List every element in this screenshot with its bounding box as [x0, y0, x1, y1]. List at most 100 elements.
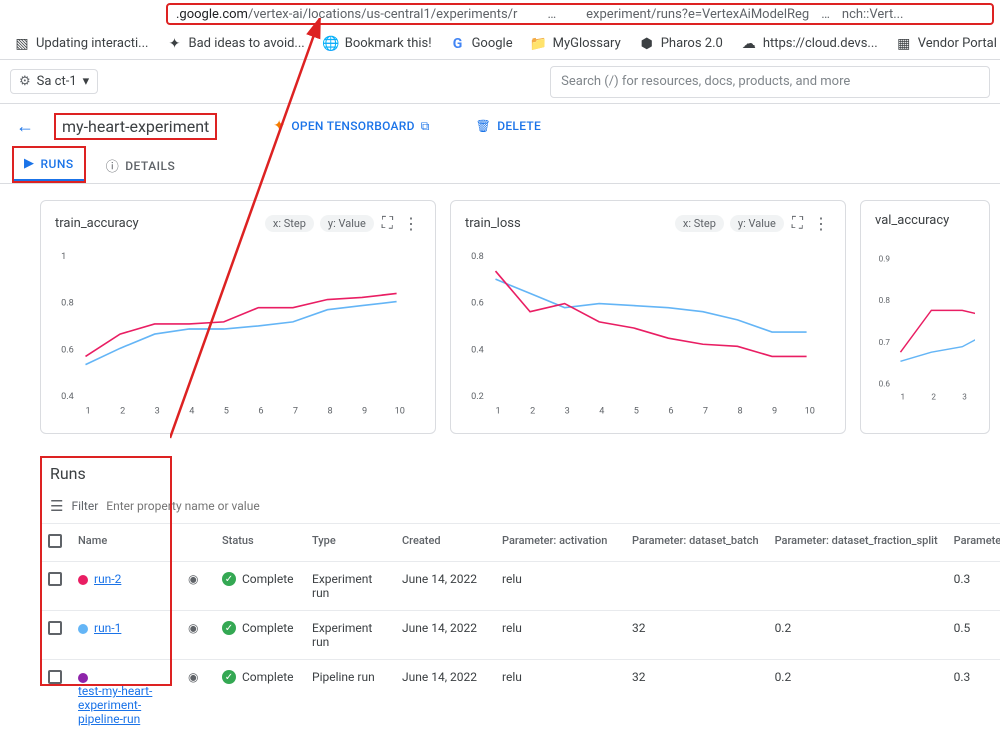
check-icon: ✓	[222, 572, 236, 586]
cell-created: June 14, 2022	[394, 611, 494, 660]
delete-button[interactable]: 🗑 DELETE	[476, 119, 541, 133]
fullscreen-icon[interactable]: ⛶	[380, 213, 395, 233]
select-all-checkbox[interactable]	[48, 534, 62, 548]
bookmark-item[interactable]: ▧Updating interacti...	[14, 36, 148, 52]
check-icon: ✓	[222, 670, 236, 684]
url-bar[interactable]: .google.com /vertex-ai/locations/us-cent…	[166, 3, 994, 25]
svg-text:0.8: 0.8	[471, 252, 484, 262]
bookmarks-bar: ▧Updating interacti... ✦Bad ideas to avo…	[0, 28, 1000, 60]
svg-text:6: 6	[258, 406, 263, 416]
cell-dropout: 0.3	[946, 562, 1000, 611]
row-checkbox[interactable]	[48, 670, 62, 684]
console-header: ⚙ Sa ct-1 ▾ Search (/) for resources, do…	[0, 60, 1000, 104]
run-name-link[interactable]: run-1	[94, 621, 121, 635]
status-badge: ✓Complete	[222, 621, 296, 635]
svg-text:9: 9	[772, 406, 777, 416]
filter-icon[interactable]: ☰	[50, 497, 63, 515]
more-icon[interactable]: ⋮	[401, 214, 421, 233]
svg-text:0.9: 0.9	[879, 253, 891, 263]
runs-heading: Runs	[40, 458, 1000, 493]
col-activation[interactable]: Parameter: activation	[494, 524, 624, 562]
experiment-name: my-heart-experiment	[54, 113, 217, 140]
search-input[interactable]: Search (/) for resources, docs, products…	[550, 66, 990, 98]
svg-text:0.8: 0.8	[879, 295, 891, 305]
row-checkbox[interactable]	[48, 572, 62, 586]
svg-text:0.6: 0.6	[879, 379, 891, 389]
svg-text:7: 7	[703, 406, 708, 416]
cell-batch: 32	[624, 611, 767, 660]
cell-created: June 14, 2022	[394, 562, 494, 611]
charts-row: train_accuracy x: Step y: Value ⛶ ⋮ 1 0.8…	[0, 184, 1000, 450]
svg-text:5: 5	[224, 406, 229, 416]
cell-activation: relu	[494, 562, 624, 611]
svg-text:0.6: 0.6	[471, 299, 484, 309]
svg-text:2: 2	[530, 406, 535, 416]
svg-text:0.6: 0.6	[61, 345, 74, 355]
project-selector[interactable]: ⚙ Sa ct-1 ▾	[10, 69, 98, 94]
url-path: /vertex-ai/locations/us-central1/experim…	[248, 7, 517, 22]
bookmark-item[interactable]: ✦Bad ideas to avoid...	[166, 36, 304, 52]
run-name-link[interactable]: run-2	[94, 572, 121, 586]
bookmark-item[interactable]: ▦Vendor Portal	[896, 36, 997, 52]
tab-details[interactable]: ⓘ DETAILS	[96, 148, 186, 183]
visibility-icon[interactable]: ◉	[188, 670, 198, 684]
chart-x-pill[interactable]: x: Step	[265, 215, 314, 232]
chart-y-pill[interactable]: y: Value	[320, 215, 374, 232]
cell-type: Experiment run	[304, 562, 394, 611]
svg-text:0.8: 0.8	[61, 299, 74, 309]
cell-dropout: 0.3	[946, 660, 1000, 736]
col-name[interactable]: Name	[70, 524, 180, 562]
svg-text:0.7: 0.7	[879, 337, 891, 347]
svg-text:6: 6	[668, 406, 673, 416]
table-row: run-1◉✓CompleteExperiment runJune 14, 20…	[40, 611, 1000, 660]
google-icon: G	[450, 36, 466, 52]
run-color-dot	[78, 624, 88, 634]
table-row: run-2◉✓CompleteExperiment runJune 14, 20…	[40, 562, 1000, 611]
svg-text:1: 1	[86, 406, 91, 416]
chart-title: train_accuracy	[55, 216, 139, 231]
chart-title: val_accuracy	[875, 213, 949, 228]
visibility-icon[interactable]: ◉	[188, 572, 198, 586]
visibility-icon[interactable]: ◉	[188, 621, 198, 635]
table-row: test-my-heart-experiment-pipeline-run◉✓C…	[40, 660, 1000, 736]
bookmark-item[interactable]: ☁https://cloud.devs...	[741, 36, 878, 52]
col-type[interactable]: Type	[304, 524, 394, 562]
svg-text:4: 4	[189, 406, 194, 416]
bookmark-item[interactable]: ⬢Pharos 2.0	[639, 36, 723, 52]
bookmark-icon: ✦	[166, 36, 182, 52]
bookmark-item[interactable]: 📁MyGlossary	[531, 36, 621, 52]
back-button[interactable]: ←	[12, 112, 38, 141]
filter-label: Filter	[71, 499, 98, 513]
col-dropout[interactable]: Parameter: dropout_rate	[946, 524, 1000, 562]
search-placeholder: Search (/) for resources, docs, products…	[561, 74, 850, 89]
bookmark-item[interactable]: 🌐Bookmark this!	[323, 36, 432, 52]
info-icon: ⓘ	[106, 156, 120, 175]
svg-text:1: 1	[900, 391, 905, 401]
filter-input[interactable]	[106, 499, 262, 513]
chart-x-pill[interactable]: x: Step	[675, 215, 724, 232]
row-checkbox[interactable]	[48, 621, 62, 635]
open-tensorboard-button[interactable]: ✦ OPEN TENSORBOARD ⧉	[273, 118, 429, 134]
cell-split: 0.2	[767, 611, 946, 660]
bookmark-icon: 🌐	[323, 36, 339, 52]
more-icon[interactable]: ⋮	[811, 214, 831, 233]
chart-svg: 10.80.60.4 12345678910	[55, 239, 421, 419]
chart-y-pill[interactable]: y: Value	[730, 215, 784, 232]
tabs: ▶ RUNS ⓘ DETAILS	[0, 148, 1000, 184]
col-status[interactable]: Status	[214, 524, 304, 562]
tab-runs[interactable]: ▶ RUNS	[14, 148, 84, 181]
col-split[interactable]: Parameter: dataset_fraction_split	[767, 524, 946, 562]
svg-text:0.4: 0.4	[471, 345, 484, 355]
col-created[interactable]: Created	[394, 524, 494, 562]
svg-text:10: 10	[395, 406, 405, 416]
fullscreen-icon[interactable]: ⛶	[790, 213, 805, 233]
run-color-dot	[78, 575, 88, 585]
svg-text:3: 3	[155, 406, 160, 416]
run-name-link[interactable]: test-my-heart-experiment-pipeline-run	[78, 684, 158, 726]
bookmark-item[interactable]: GGoogle	[450, 36, 513, 52]
col-batch[interactable]: Parameter: dataset_batch	[624, 524, 767, 562]
run-color-dot	[78, 673, 88, 683]
tensorboard-icon: ✦	[273, 118, 285, 134]
chevron-down-icon: ▾	[83, 74, 90, 89]
bookmark-icon: ▦	[896, 36, 912, 52]
